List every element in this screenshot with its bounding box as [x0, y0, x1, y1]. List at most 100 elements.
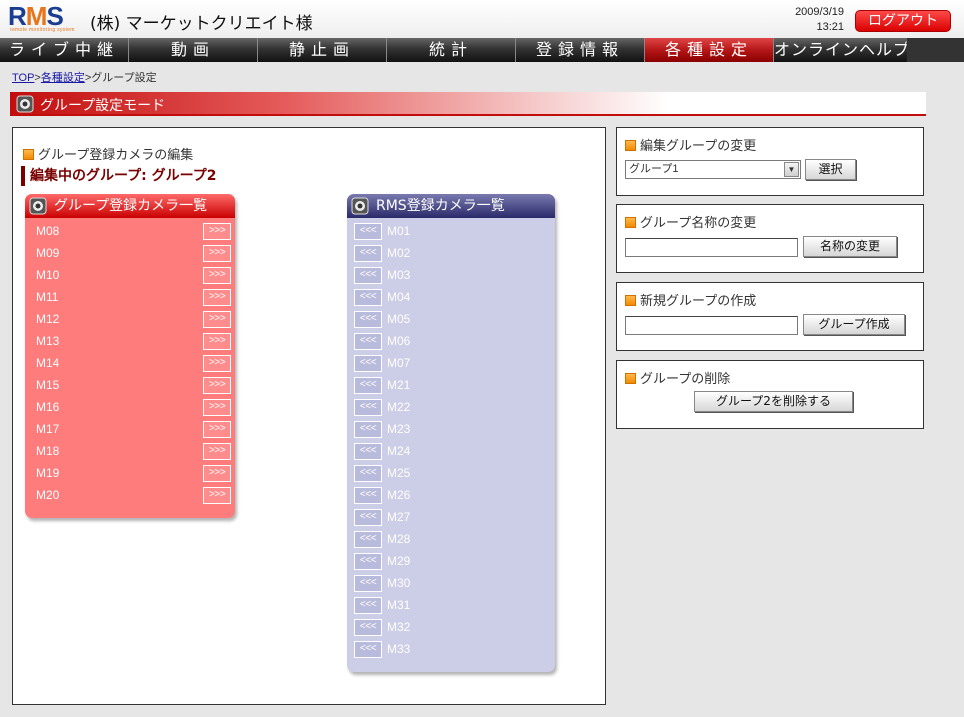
bullet-square-icon — [23, 149, 34, 160]
list-item: M15 >>> — [25, 375, 235, 397]
mode-title: グループ設定モード — [40, 98, 166, 114]
logo-subtitle: remote monitoring system — [10, 27, 75, 33]
list-item: M19 >>> — [25, 463, 235, 485]
create-group-title-text: 新規グループの作成 — [640, 294, 757, 309]
add-camera-button[interactable]: <<< — [354, 245, 382, 262]
camera-label: M27 — [387, 510, 411, 524]
list-item: M02 <<< — [347, 243, 555, 265]
add-camera-button[interactable]: <<< — [354, 311, 382, 328]
remove-camera-button[interactable]: >>> — [203, 245, 231, 262]
camera-label: M23 — [387, 422, 411, 436]
camera-icon — [351, 197, 369, 215]
add-camera-button[interactable]: <<< — [354, 399, 382, 416]
rms-camera-list-header: RMS登録カメラ一覧 — [347, 194, 555, 218]
delete-group-button[interactable]: グループ2を削除する — [694, 391, 853, 412]
add-camera-button[interactable]: <<< — [354, 289, 382, 306]
remove-camera-button[interactable]: >>> — [203, 487, 231, 504]
select-group-button[interactable]: 選択 — [805, 159, 856, 180]
remove-camera-button[interactable]: >>> — [203, 443, 231, 460]
new-group-name-input[interactable] — [625, 316, 798, 335]
breadcrumb-top-link[interactable]: TOP — [12, 72, 34, 84]
add-camera-button[interactable]: <<< — [354, 597, 382, 614]
remove-camera-button[interactable]: >>> — [203, 465, 231, 482]
list-item: M27 <<< — [347, 507, 555, 529]
camera-label: M18 — [36, 444, 60, 458]
list-item: M21 <<< — [347, 375, 555, 397]
list-item: M03 <<< — [347, 265, 555, 287]
group-name-input[interactable] — [625, 238, 798, 257]
add-camera-button[interactable]: <<< — [354, 553, 382, 570]
breadcrumb-settings-link[interactable]: 各種設定 — [41, 72, 85, 84]
add-camera-button[interactable]: <<< — [354, 531, 382, 548]
nav-still-image[interactable]: 静止画 — [258, 38, 387, 62]
change-group-panel: 編集グループの変更 グループ1 ▼ 選択 — [616, 127, 924, 196]
nav-online-help[interactable]: オンラインヘルプ — [774, 38, 907, 62]
remove-camera-button[interactable]: >>> — [203, 267, 231, 284]
create-group-button[interactable]: グループ作成 — [803, 314, 905, 335]
camera-label: M20 — [36, 488, 60, 502]
rms-camera-list: RMS登録カメラ一覧 M01 <<< M02 <<< M03 <<< M04 <<< M05 <<… — [347, 194, 555, 672]
list-item: M32 <<< — [347, 617, 555, 639]
camera-label: M03 — [387, 268, 411, 282]
list-item: M23 <<< — [347, 419, 555, 441]
nav-live[interactable]: ライブ中継 — [0, 38, 129, 62]
add-camera-button[interactable]: <<< — [354, 421, 382, 438]
edit-heading-text: グループ登録カメラの編集 — [38, 148, 194, 163]
list-item: M04 <<< — [347, 287, 555, 309]
delete-group-title-text: グループの削除 — [640, 372, 731, 387]
nav-video[interactable]: 動画 — [129, 38, 258, 62]
nav-settings[interactable]: 各種設定 — [645, 38, 774, 62]
add-camera-button[interactable]: <<< — [354, 443, 382, 460]
list-item: M20 >>> — [25, 485, 235, 507]
list-item: M14 >>> — [25, 353, 235, 375]
add-camera-button[interactable]: <<< — [354, 641, 382, 658]
editing-group-title: 編集中のグループ: グループ2 — [21, 166, 217, 186]
add-camera-button[interactable]: <<< — [354, 487, 382, 504]
group-camera-list-header: グループ登録カメラ一覧 — [25, 194, 235, 218]
remove-camera-button[interactable]: >>> — [203, 377, 231, 394]
camera-label: M31 — [387, 598, 411, 612]
camera-label: M26 — [387, 488, 411, 502]
remove-camera-button[interactable]: >>> — [203, 421, 231, 438]
rename-group-button[interactable]: 名称の変更 — [803, 236, 897, 257]
remove-camera-button[interactable]: >>> — [203, 355, 231, 372]
camera-label: M17 — [36, 422, 60, 436]
add-camera-button[interactable]: <<< — [354, 333, 382, 350]
list-item: M13 >>> — [25, 331, 235, 353]
add-camera-button[interactable]: <<< — [354, 465, 382, 482]
nav-registration-info[interactable]: 登録情報 — [516, 38, 645, 62]
camera-label: M25 — [387, 466, 411, 480]
add-camera-button[interactable]: <<< — [354, 575, 382, 592]
remove-camera-button[interactable]: >>> — [203, 333, 231, 350]
camera-label: M10 — [36, 268, 60, 282]
remove-camera-button[interactable]: >>> — [203, 289, 231, 306]
add-camera-button[interactable]: <<< — [354, 619, 382, 636]
camera-icon — [29, 197, 47, 215]
add-camera-button[interactable]: <<< — [354, 223, 382, 240]
add-camera-button[interactable]: <<< — [354, 377, 382, 394]
remove-camera-button[interactable]: >>> — [203, 311, 231, 328]
camera-label: M07 — [387, 356, 411, 370]
chevron-down-icon[interactable]: ▼ — [784, 162, 799, 177]
group-select[interactable]: グループ1 ▼ — [625, 160, 801, 179]
camera-label: M04 — [387, 290, 411, 304]
camera-label: M33 — [387, 642, 411, 656]
list-item: M29 <<< — [347, 551, 555, 573]
list-item: M26 <<< — [347, 485, 555, 507]
list-item: M28 <<< — [347, 529, 555, 551]
add-camera-button[interactable]: <<< — [354, 267, 382, 284]
nav-statistics[interactable]: 統計 — [387, 38, 516, 62]
remove-camera-button[interactable]: >>> — [203, 223, 231, 240]
remove-camera-button[interactable]: >>> — [203, 399, 231, 416]
camera-label: M28 — [387, 532, 411, 546]
list-item: M01 <<< — [347, 221, 555, 243]
group-select-value: グループ1 — [629, 163, 679, 175]
camera-icon — [16, 95, 34, 113]
logout-button[interactable]: ログアウト — [855, 10, 951, 32]
change-group-title-text: 編集グループの変更 — [640, 139, 757, 154]
camera-label: M13 — [36, 334, 60, 348]
list-item: M16 >>> — [25, 397, 235, 419]
add-camera-button[interactable]: <<< — [354, 355, 382, 372]
add-camera-button[interactable]: <<< — [354, 509, 382, 526]
bullet-square-icon — [625, 217, 636, 228]
